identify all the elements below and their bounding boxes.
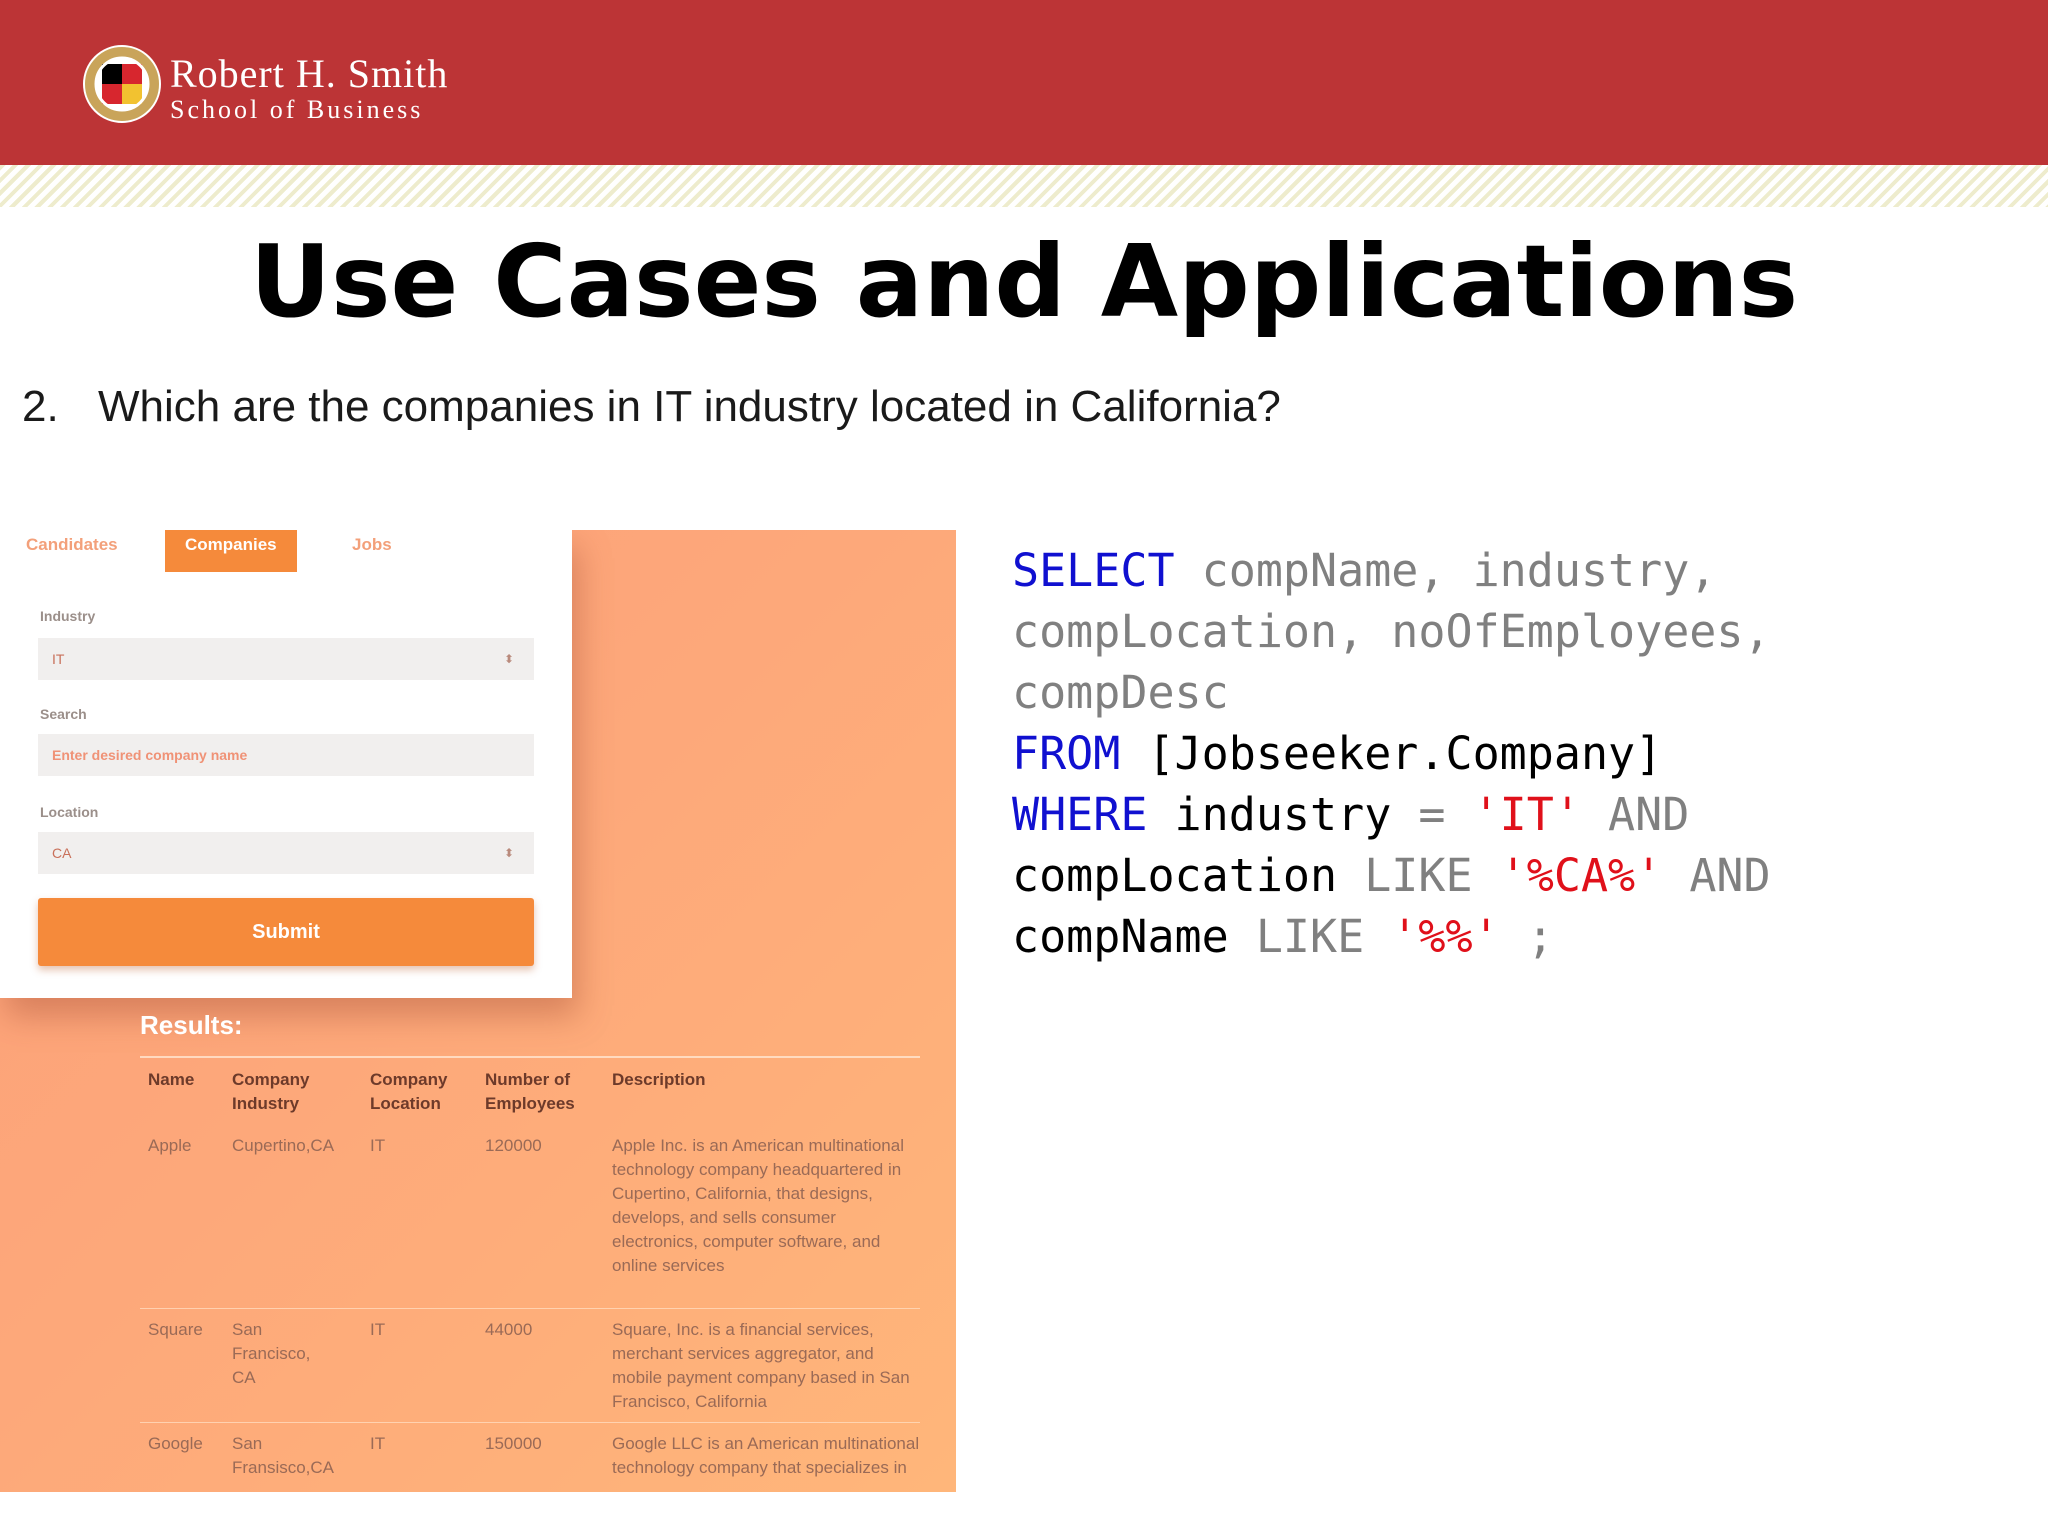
question-text: Which are the companies in IT industry l…	[98, 382, 1281, 431]
industry-label: Industry	[40, 608, 96, 624]
sql-string: '%%'	[1364, 910, 1500, 963]
table-cell-description: Apple Inc. is an American multinational …	[612, 1136, 904, 1275]
select-arrows-icon: ⬍	[503, 846, 514, 860]
question-number: 2.	[22, 382, 59, 431]
sql-code-block: SELECT compName, industry, compLocation,…	[1012, 540, 2012, 967]
table-cell-location: IT	[370, 1320, 386, 1339]
table-cell-description: Google LLC is an American multinational …	[612, 1434, 920, 1477]
tab-candidates[interactable]: Candidates	[26, 530, 118, 572]
industry-select[interactable]: IT ⬍	[38, 638, 534, 680]
sql-operator: LIKE	[1228, 910, 1365, 963]
table-cell-name: Square	[148, 1320, 203, 1339]
sql-keyword: SELECT	[1012, 544, 1175, 597]
sql-text: compDesc	[1012, 666, 1229, 719]
sql-operator: AND	[1662, 849, 1771, 902]
table-cell-industry: San Francisco, CA	[232, 1320, 311, 1387]
table-cell-name: Google	[148, 1434, 203, 1453]
search-form-card: Candidates Companies Jobs Industry IT ⬍ …	[0, 530, 572, 998]
brand-line-2: School of Business	[170, 95, 424, 124]
sql-string: 'IT'	[1445, 788, 1581, 841]
sql-text: [Jobseeker.Company]	[1120, 727, 1663, 780]
table-cell-employees: 150000	[485, 1434, 542, 1453]
col-header-employees: Number of Employees	[485, 1070, 575, 1113]
table-cell-location: IT	[370, 1434, 386, 1453]
sql-text: industry	[1147, 788, 1392, 841]
tab-jobs[interactable]: Jobs	[352, 530, 392, 572]
brand-line-1: Robert H. Smith	[170, 51, 449, 96]
sql-string: '%CA%'	[1472, 849, 1663, 902]
col-header-name: Name	[148, 1070, 195, 1089]
results-divider	[140, 1056, 920, 1058]
sql-text: compLocation	[1012, 849, 1338, 902]
location-label: Location	[40, 804, 99, 820]
table-cell-employees: 120000	[485, 1136, 542, 1155]
sql-operator: AND	[1580, 788, 1690, 841]
col-header-location: Company Location	[370, 1070, 448, 1113]
sql-operator: LIKE	[1337, 849, 1473, 902]
sql-operator: ;	[1499, 910, 1554, 963]
industry-value: IT	[52, 651, 65, 667]
app-screenshot: Candidates Companies Jobs Industry IT ⬍ …	[0, 530, 956, 1492]
col-header-description: Description	[612, 1070, 706, 1089]
sql-text: compLocation, noOfEmployees,	[1012, 605, 1771, 658]
header-band: Robert H. Smith School of Business	[0, 0, 2048, 165]
tab-companies[interactable]: Companies	[165, 530, 297, 572]
question: 2. Which are the companies in IT industry…	[22, 382, 1281, 432]
col-header-industry: Company Industry	[232, 1070, 310, 1113]
sql-operator: =	[1391, 788, 1446, 841]
table-cell-description: Square, Inc. is a financial services, me…	[612, 1320, 910, 1411]
table-cell-industry: Cupertino,CA	[232, 1136, 335, 1155]
table-cell-employees: 44000	[485, 1320, 533, 1339]
search-label: Search	[40, 706, 87, 722]
table-cell-location: IT	[370, 1136, 386, 1155]
university-seal-icon	[83, 45, 161, 123]
table-cell-industry: San Fransisco,CA	[232, 1434, 335, 1477]
location-select[interactable]: CA ⬍	[38, 832, 534, 874]
submit-button[interactable]: Submit	[38, 898, 534, 966]
slide-title: Use Cases and Applications	[249, 223, 1799, 340]
location-value: CA	[52, 845, 72, 861]
select-arrows-icon: ⬍	[503, 652, 514, 666]
sql-text: compName	[1012, 910, 1229, 963]
decorative-stripe	[0, 165, 2048, 207]
results-title: Results:	[140, 1010, 243, 1040]
row-divider	[140, 1422, 920, 1423]
sql-keyword: WHERE	[1012, 788, 1148, 841]
sql-keyword: FROM	[1012, 727, 1121, 780]
company-search-input[interactable]: Enter desired company name	[38, 734, 534, 776]
row-divider	[140, 1308, 920, 1309]
table-cell-name: Apple	[148, 1136, 192, 1155]
sql-text: compName, industry,	[1174, 544, 1717, 597]
brand-wordmark: Robert H. Smith School of Business	[170, 52, 448, 124]
